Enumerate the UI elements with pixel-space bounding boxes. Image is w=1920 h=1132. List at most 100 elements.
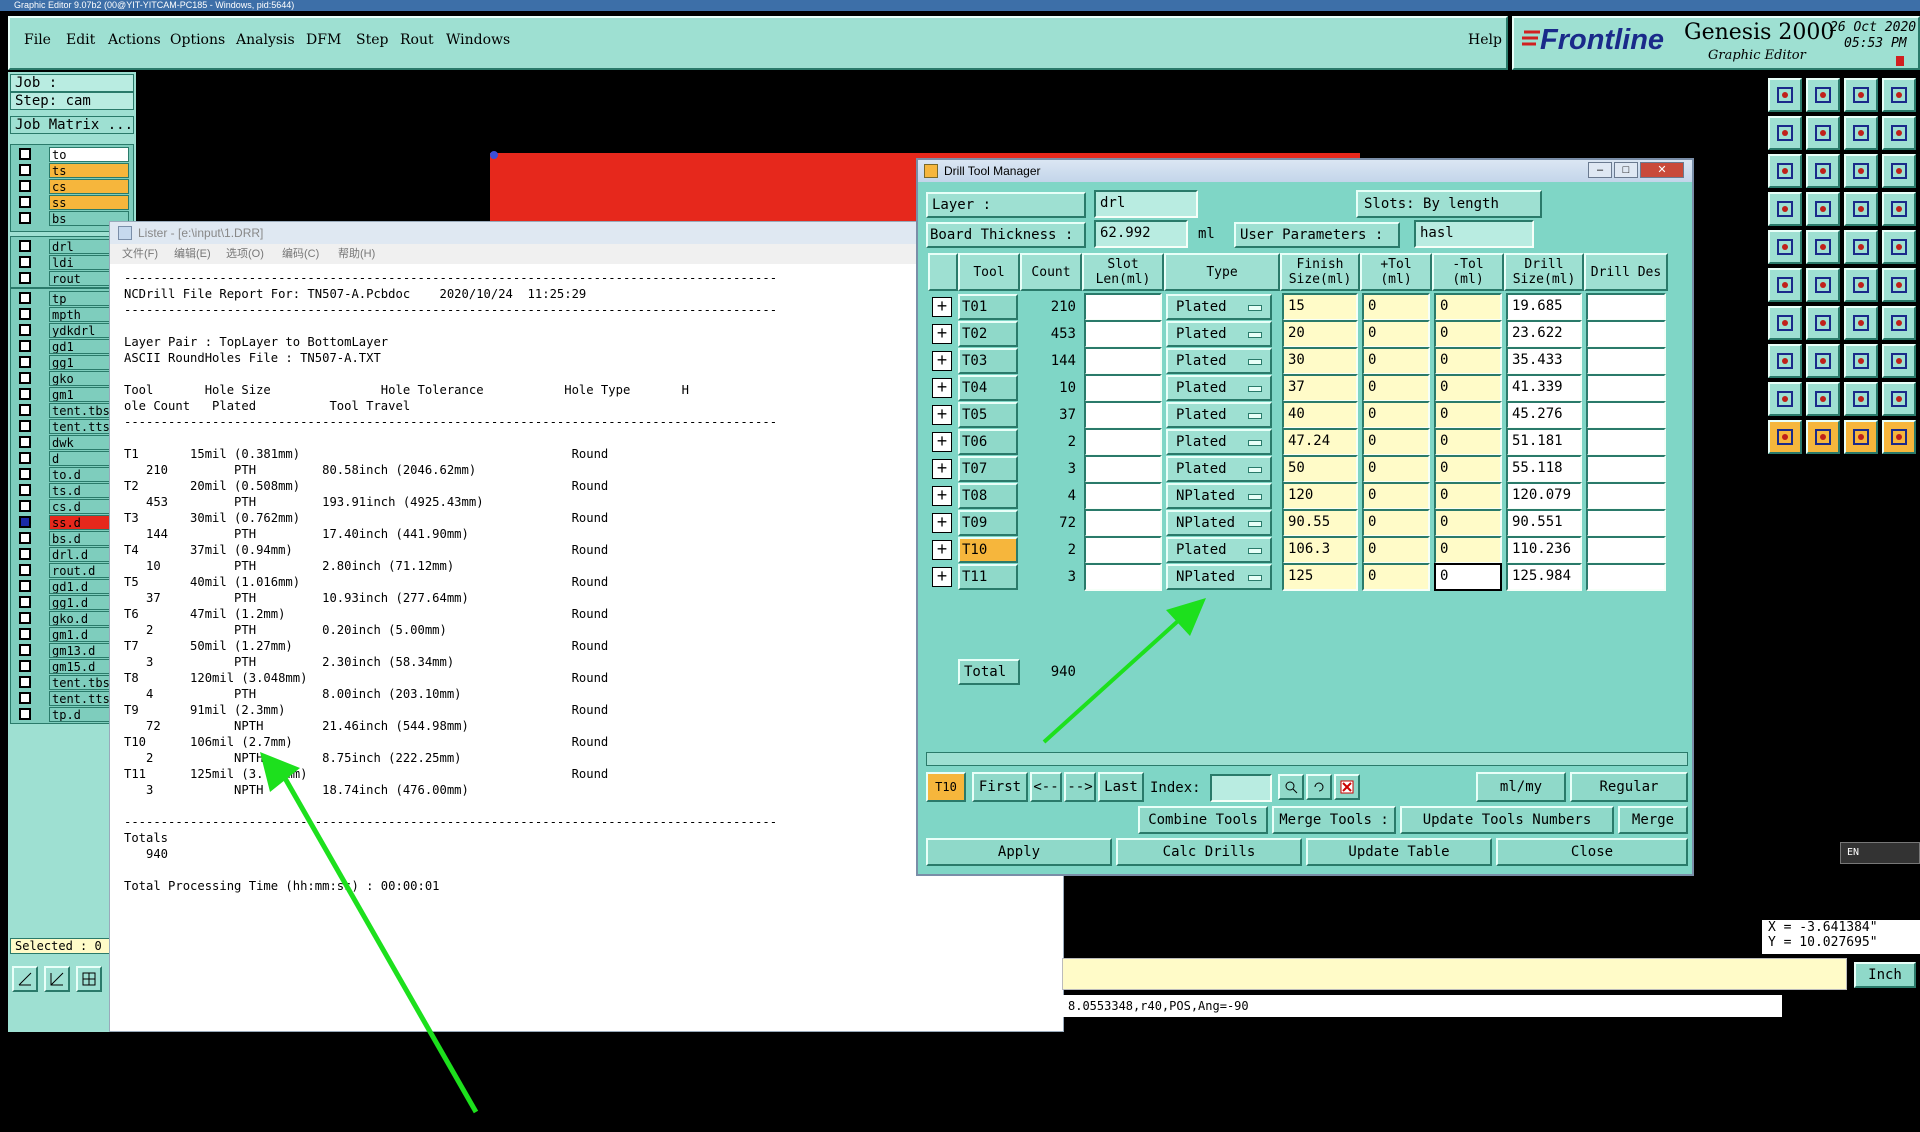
unit-dropdown[interactable]: Inch	[1854, 962, 1916, 988]
minus-tol-field[interactable]: 0	[1434, 536, 1502, 564]
minus-tol-field[interactable]: 0	[1434, 347, 1502, 375]
type-dropdown[interactable]: Plated	[1166, 375, 1272, 401]
type-dropdown[interactable]: NPlated	[1166, 510, 1272, 536]
expand-row-icon[interactable]: +	[932, 486, 952, 506]
mode-dropdown[interactable]: Regular	[1570, 772, 1688, 802]
plus-tol-field[interactable]: 0	[1362, 563, 1430, 591]
drill-size-field[interactable]: 45.276	[1506, 401, 1582, 429]
menu-dfm[interactable]: DFM	[306, 32, 341, 48]
undo-icon[interactable]	[1844, 306, 1878, 340]
maximize-button[interactable]: □	[1614, 162, 1638, 178]
layer-checkbox[interactable]	[19, 436, 31, 448]
menu-help[interactable]: Help	[1468, 32, 1502, 48]
layer-checkbox[interactable]	[19, 692, 31, 704]
layer-checkbox[interactable]	[19, 372, 31, 384]
drill-size-field[interactable]: 120.079	[1506, 482, 1582, 510]
pyramid-icon[interactable]	[1806, 382, 1840, 416]
lister-menu-encoding[interactable]: 编码(C)	[282, 244, 319, 264]
plus-tol-field[interactable]: 0	[1362, 455, 1430, 483]
type-dropdown[interactable]: Plated	[1166, 348, 1272, 374]
tool-cell[interactable]: T04	[958, 375, 1018, 401]
layer-row[interactable]: cs	[15, 179, 133, 194]
grid-icon[interactable]	[76, 966, 102, 992]
tool-cell[interactable]: T07	[958, 456, 1018, 482]
slot-len-field[interactable]	[1084, 374, 1162, 402]
slot-len-field[interactable]	[1084, 509, 1162, 537]
menu-actions[interactable]: Actions	[108, 32, 161, 48]
node-icon[interactable]	[1844, 192, 1878, 226]
slot-len-field[interactable]	[1084, 428, 1162, 456]
slots-control[interactable]: Slots: By length	[1356, 190, 1542, 218]
update-tools-numbers-button[interactable]: Update Tools Numbers	[1400, 806, 1614, 834]
layer-checkbox[interactable]	[19, 580, 31, 592]
save-icon[interactable]	[1806, 78, 1840, 112]
lister-menu-help[interactable]: 帮助(H)	[338, 244, 375, 264]
layer-checkbox[interactable]	[19, 532, 31, 544]
rotate-icon[interactable]	[1806, 230, 1840, 264]
merge-button[interactable]: Merge	[1618, 806, 1688, 834]
slash-icon[interactable]	[1806, 306, 1840, 340]
drill-size-field[interactable]: 90.551	[1506, 509, 1582, 537]
drill-des-field[interactable]	[1586, 401, 1666, 429]
circle-dot-icon[interactable]	[1768, 344, 1802, 378]
apply-button[interactable]: Apply	[926, 838, 1112, 866]
layer-checkbox[interactable]	[19, 548, 31, 560]
split-icon[interactable]	[1882, 306, 1916, 340]
angle-icon[interactable]	[1768, 306, 1802, 340]
pen-icon[interactable]	[1768, 192, 1802, 226]
drill-size-field[interactable]: 41.339	[1506, 374, 1582, 402]
drill-des-field[interactable]	[1586, 347, 1666, 375]
layer-checkbox[interactable]	[19, 404, 31, 416]
layer-checkbox[interactable]	[19, 308, 31, 320]
drill-des-field[interactable]	[1586, 293, 1666, 321]
layer-checkbox[interactable]	[19, 452, 31, 464]
select-icon[interactable]	[1882, 344, 1916, 378]
next-button[interactable]: -->	[1064, 772, 1096, 802]
combine-tools-button[interactable]: Combine Tools	[1138, 806, 1268, 834]
plus-tol-field[interactable]: 0	[1362, 374, 1430, 402]
zoom-in-icon[interactable]	[1844, 116, 1878, 150]
layer-checkbox[interactable]	[19, 660, 31, 672]
type-dropdown[interactable]: Plated	[1166, 402, 1272, 428]
layer-checkbox[interactable]	[19, 164, 31, 176]
finish-size-field[interactable]: 15	[1282, 293, 1358, 321]
pointer-box-icon[interactable]	[1806, 420, 1840, 454]
home-icon[interactable]	[1844, 78, 1878, 112]
search-icon[interactable]	[1278, 774, 1304, 800]
slot-len-field[interactable]	[1084, 401, 1162, 429]
layer-row[interactable]: to	[15, 147, 133, 162]
minus-tol-field[interactable]: 0	[1434, 482, 1502, 510]
triangle-icon[interactable]	[1768, 382, 1802, 416]
center-icon[interactable]	[1806, 154, 1840, 188]
cross-icon[interactable]	[1806, 268, 1840, 302]
finish-size-field[interactable]: 125	[1282, 563, 1358, 591]
layer-checkbox[interactable]	[19, 500, 31, 512]
tool-cell[interactable]: T05	[958, 402, 1018, 428]
layer-checkbox[interactable]	[19, 628, 31, 640]
layer-checkbox[interactable]	[19, 596, 31, 608]
layer-checkbox[interactable]	[19, 676, 31, 688]
snap-icon[interactable]	[12, 966, 38, 992]
horizontal-scrollbar[interactable]	[926, 752, 1688, 766]
list-icon[interactable]	[1882, 230, 1916, 264]
type-dropdown[interactable]: Plated	[1166, 537, 1272, 563]
layer-checkbox[interactable]	[19, 708, 31, 720]
drill-size-field[interactable]: 19.685	[1506, 293, 1582, 321]
update-table-button[interactable]: Update Table	[1306, 838, 1492, 866]
layer-checkbox[interactable]	[19, 340, 31, 352]
tool-cell[interactable]: T01	[958, 294, 1018, 320]
tool-cell[interactable]: T06	[958, 429, 1018, 455]
layer-checkbox[interactable]	[19, 564, 31, 576]
paste-icon[interactable]	[1806, 116, 1840, 150]
layer-checkbox[interactable]	[19, 516, 31, 528]
layer-checkbox[interactable]	[19, 212, 31, 224]
square-icon[interactable]	[1844, 344, 1878, 378]
type-dropdown[interactable]: NPlated	[1166, 483, 1272, 509]
calc-drills-button[interactable]: Calc Drills	[1116, 838, 1302, 866]
minus-tol-field[interactable]: 0	[1434, 374, 1502, 402]
layer-checkbox[interactable]	[19, 612, 31, 624]
menu-analysis[interactable]: Analysis	[236, 32, 295, 48]
slot-len-field[interactable]	[1084, 536, 1162, 564]
menu-edit[interactable]: Edit	[66, 32, 95, 48]
finish-size-field[interactable]: 37	[1282, 374, 1358, 402]
